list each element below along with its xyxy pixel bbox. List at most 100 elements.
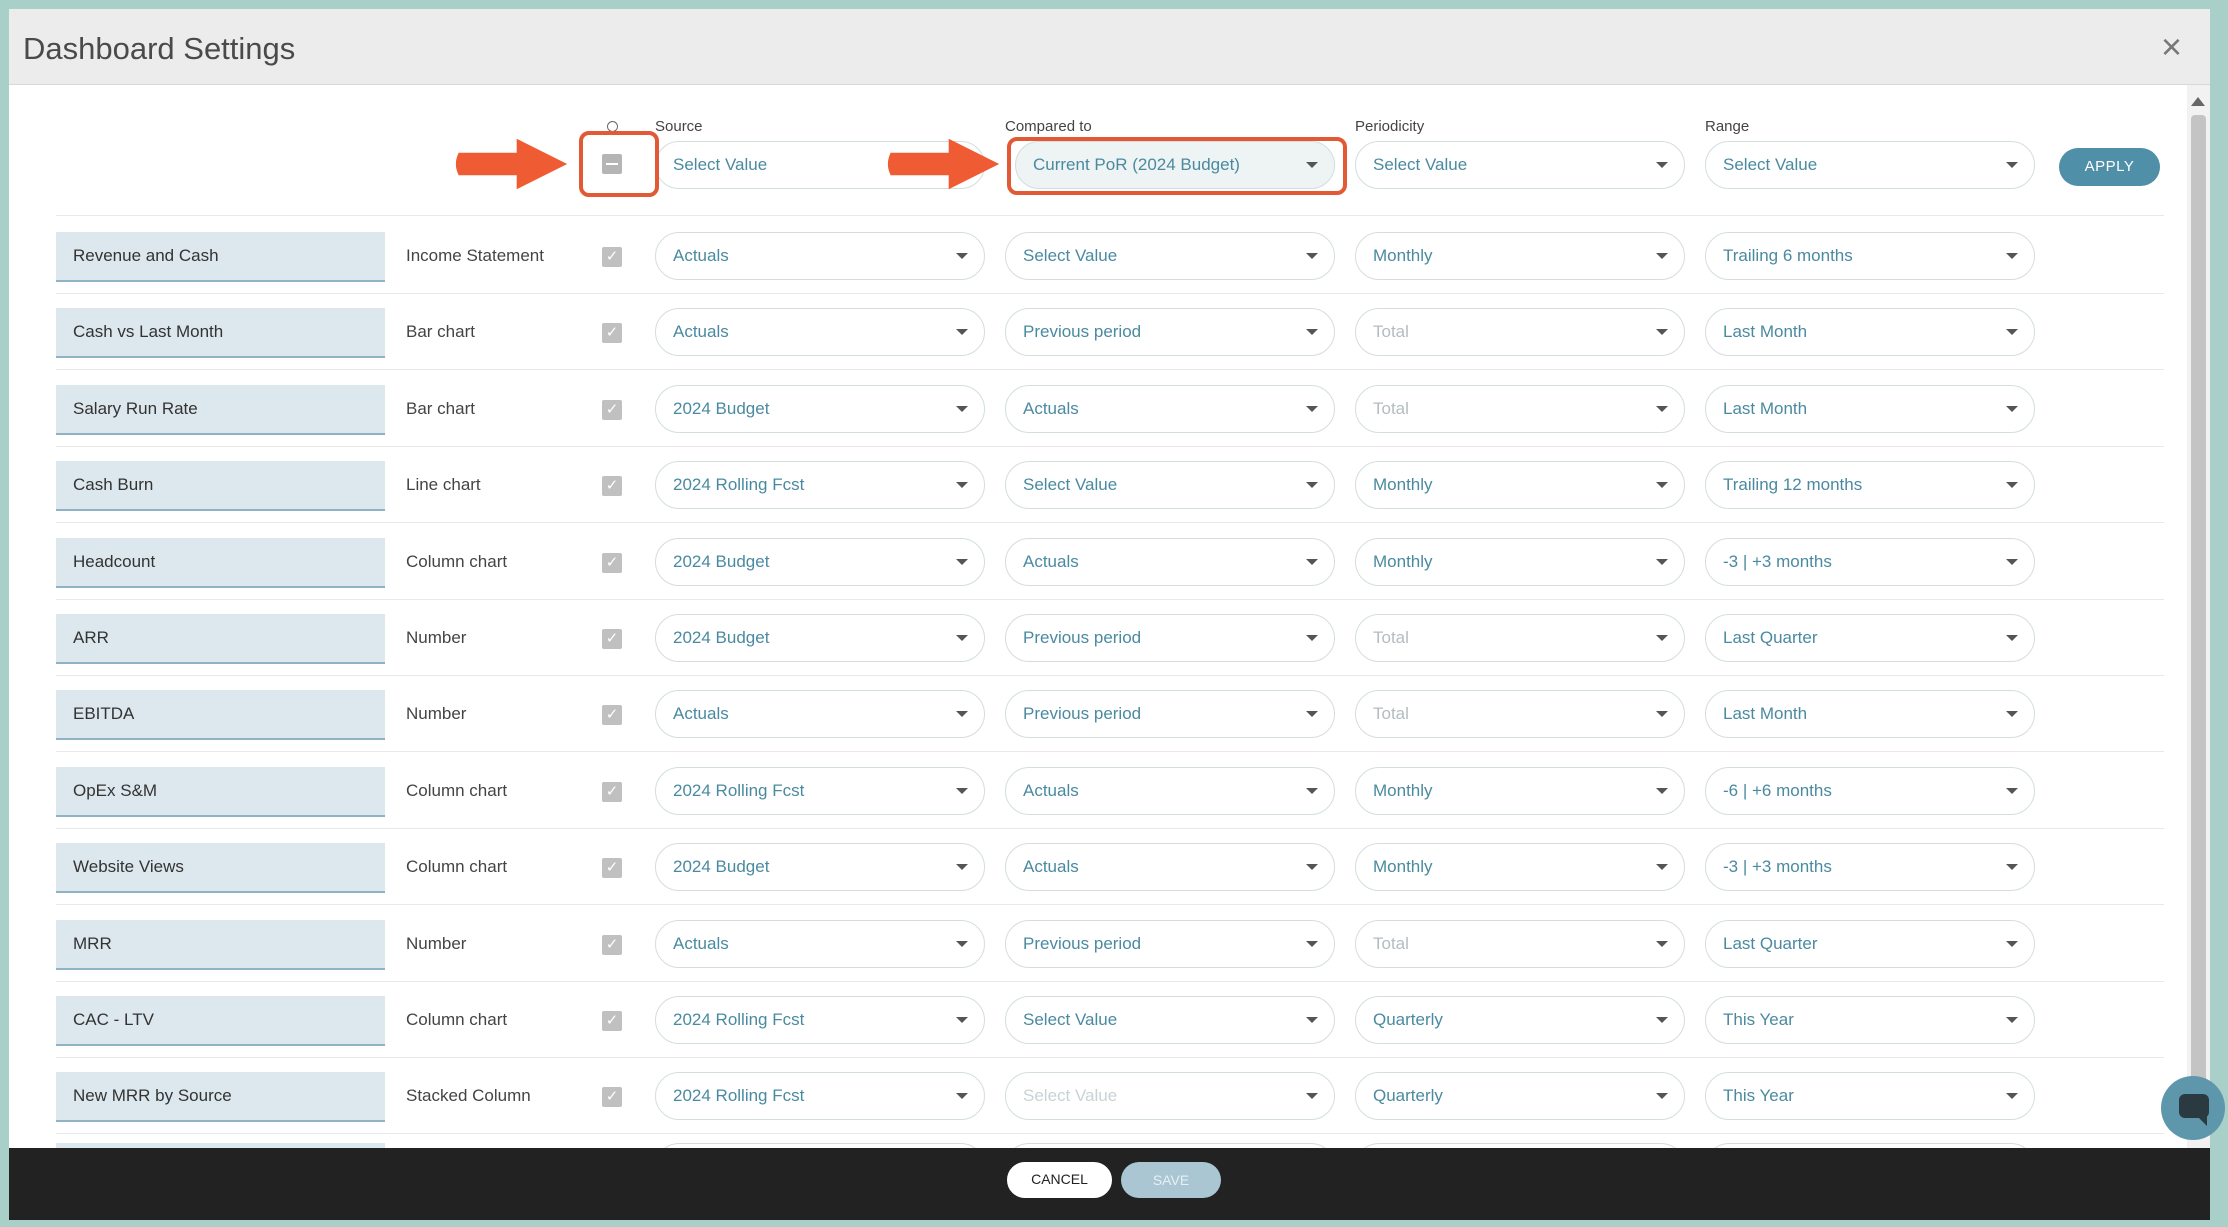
range-dropdown[interactable]: -3 | +3 months	[1705, 538, 2035, 586]
periodicity-dropdown[interactable]: Total	[1355, 385, 1685, 433]
source-dropdown[interactable]: 2024 Budget	[655, 385, 985, 433]
bulk-range-value: Select Value	[1723, 155, 1818, 174]
chevron-down-icon	[956, 864, 968, 870]
compared-dropdown[interactable]: Actuals	[1005, 538, 1335, 586]
chevron-down-icon	[2006, 941, 2018, 947]
source-value: 2024 Rolling Fcst	[673, 475, 805, 494]
chat-widget-button[interactable]	[2161, 1076, 2225, 1140]
widget-enabled-checkbox[interactable]: ✓	[602, 553, 622, 573]
compared-dropdown[interactable]: Actuals	[1005, 385, 1335, 433]
widget-enabled-checkbox[interactable]: ✓	[602, 782, 622, 802]
range-dropdown[interactable]: Last Month	[1705, 385, 2035, 433]
periodicity-dropdown[interactable]: Monthly	[1355, 461, 1685, 509]
vertical-scrollbar[interactable]	[2187, 85, 2210, 1148]
periodicity-dropdown[interactable]: Monthly	[1355, 232, 1685, 280]
range-dropdown[interactable]: Last Quarter	[1705, 920, 2035, 968]
widget-enabled-checkbox[interactable]: ✓	[602, 247, 622, 267]
periodicity-dropdown[interactable]: Total	[1355, 614, 1685, 662]
row-divider	[56, 215, 2164, 216]
range-dropdown[interactable]: Trailing 6 months	[1705, 232, 2035, 280]
save-button[interactable]: SAVE	[1121, 1162, 1221, 1198]
compared-dropdown[interactable]: Select Value	[1005, 1072, 1335, 1120]
chevron-down-icon	[2006, 406, 2018, 412]
widget-enabled-checkbox[interactable]: ✓	[602, 476, 622, 496]
periodicity-dropdown[interactable]: Total	[1355, 920, 1685, 968]
apply-button[interactable]: APPLY	[2059, 148, 2160, 186]
widget-name-field[interactable]: Revenue and Cash	[56, 232, 385, 282]
widget-enabled-checkbox[interactable]: ✓	[602, 323, 622, 343]
source-dropdown[interactable]: Actuals	[655, 308, 985, 356]
cancel-button[interactable]: CANCEL	[1007, 1162, 1112, 1198]
range-dropdown[interactable]: -6 | +6 months	[1705, 767, 2035, 815]
widget-name: Revenue and Cash	[73, 246, 219, 265]
source-dropdown[interactable]: 2024 Rolling Fcst	[655, 1072, 985, 1120]
periodicity-dropdown[interactable]: Quarterly	[1355, 996, 1685, 1044]
compared-dropdown[interactable]: Actuals	[1005, 843, 1335, 891]
source-dropdown[interactable]: Actuals	[655, 690, 985, 738]
periodicity-dropdown[interactable]: Monthly	[1355, 767, 1685, 815]
compared-dropdown[interactable]: Select Value	[1005, 232, 1335, 280]
widget-name-field[interactable]: Cash Burn	[56, 461, 385, 511]
periodicity-value: Quarterly	[1373, 1086, 1443, 1105]
row-divider	[56, 293, 2164, 294]
row-divider	[56, 599, 2164, 600]
source-dropdown[interactable]: Actuals	[655, 920, 985, 968]
periodicity-dropdown[interactable]: Quarterly	[1355, 1072, 1685, 1120]
widget-name-field[interactable]: New MRR by Source	[56, 1072, 385, 1122]
widget-chart-type: Stacked Column	[406, 1086, 531, 1105]
periodicity-dropdown[interactable]: Monthly	[1355, 843, 1685, 891]
compared-dropdown[interactable]: Select Value	[1005, 461, 1335, 509]
compared-dropdown[interactable]: Previous period	[1005, 308, 1335, 356]
range-dropdown[interactable]: Last Month	[1705, 308, 2035, 356]
widget-name-field[interactable]: CAC - LTV	[56, 996, 385, 1046]
widget-name-field[interactable]: EBITDA	[56, 690, 385, 740]
widget-enabled-checkbox[interactable]: ✓	[602, 705, 622, 725]
chevron-down-icon	[2006, 1017, 2018, 1023]
column-label-periodicity: Periodicity	[1355, 118, 1425, 135]
range-dropdown[interactable]: Trailing 12 months	[1705, 461, 2035, 509]
range-dropdown[interactable]: -3 | +3 months	[1705, 843, 2035, 891]
source-dropdown[interactable]: 2024 Budget	[655, 843, 985, 891]
periodicity-dropdown[interactable]: Total	[1355, 690, 1685, 738]
dashboard-settings-dialog: Dashboard Settings × Source Compared to …	[9, 9, 2210, 1220]
source-dropdown[interactable]: 2024 Rolling Fcst	[655, 996, 985, 1044]
widget-name-field[interactable]: MRR	[56, 920, 385, 970]
compared-dropdown[interactable]: Previous period	[1005, 920, 1335, 968]
chevron-down-icon	[1306, 406, 1318, 412]
close-icon[interactable]: ×	[2161, 29, 2182, 65]
column-label-source: Source	[655, 118, 703, 135]
bulk-periodicity-dropdown[interactable]: Select Value	[1355, 141, 1685, 189]
scroll-up-icon[interactable]	[2191, 97, 2205, 106]
widget-name-field[interactable]: Headcount	[56, 538, 385, 588]
widget-enabled-checkbox[interactable]: ✓	[602, 935, 622, 955]
compared-dropdown[interactable]: Actuals	[1005, 767, 1335, 815]
chevron-down-icon	[956, 253, 968, 259]
bulk-range-dropdown[interactable]: Select Value	[1705, 141, 2035, 189]
widget-enabled-checkbox[interactable]: ✓	[602, 629, 622, 649]
source-dropdown[interactable]: 2024 Rolling Fcst	[655, 767, 985, 815]
widget-name-field[interactable]: Salary Run Rate	[56, 385, 385, 435]
range-dropdown[interactable]: Last Month	[1705, 690, 2035, 738]
source-dropdown[interactable]: Actuals	[655, 232, 985, 280]
widget-name-field[interactable]: Cash vs Last Month	[56, 308, 385, 358]
widget-name-field[interactable]: OpEx S&M	[56, 767, 385, 817]
widget-chart-type: Line chart	[406, 475, 481, 494]
widget-name-field[interactable]: Website Views	[56, 843, 385, 893]
source-dropdown[interactable]: 2024 Budget	[655, 538, 985, 586]
source-dropdown[interactable]: 2024 Rolling Fcst	[655, 461, 985, 509]
widget-name-field[interactable]: ARR	[56, 614, 385, 664]
range-dropdown[interactable]: This Year	[1705, 1072, 2035, 1120]
widget-enabled-checkbox[interactable]: ✓	[602, 858, 622, 878]
widget-enabled-checkbox[interactable]: ✓	[602, 1011, 622, 1031]
source-dropdown[interactable]: 2024 Budget	[655, 614, 985, 662]
compared-dropdown[interactable]: Previous period	[1005, 614, 1335, 662]
range-dropdown[interactable]: Last Quarter	[1705, 614, 2035, 662]
widget-enabled-checkbox[interactable]: ✓	[602, 400, 622, 420]
scrollbar-thumb[interactable]	[2191, 115, 2206, 1085]
widget-enabled-checkbox[interactable]: ✓	[602, 1087, 622, 1107]
compared-dropdown[interactable]: Select Value	[1005, 996, 1335, 1044]
periodicity-dropdown[interactable]: Total	[1355, 308, 1685, 356]
compared-dropdown[interactable]: Previous period	[1005, 690, 1335, 738]
periodicity-dropdown[interactable]: Monthly	[1355, 538, 1685, 586]
range-dropdown[interactable]: This Year	[1705, 996, 2035, 1044]
